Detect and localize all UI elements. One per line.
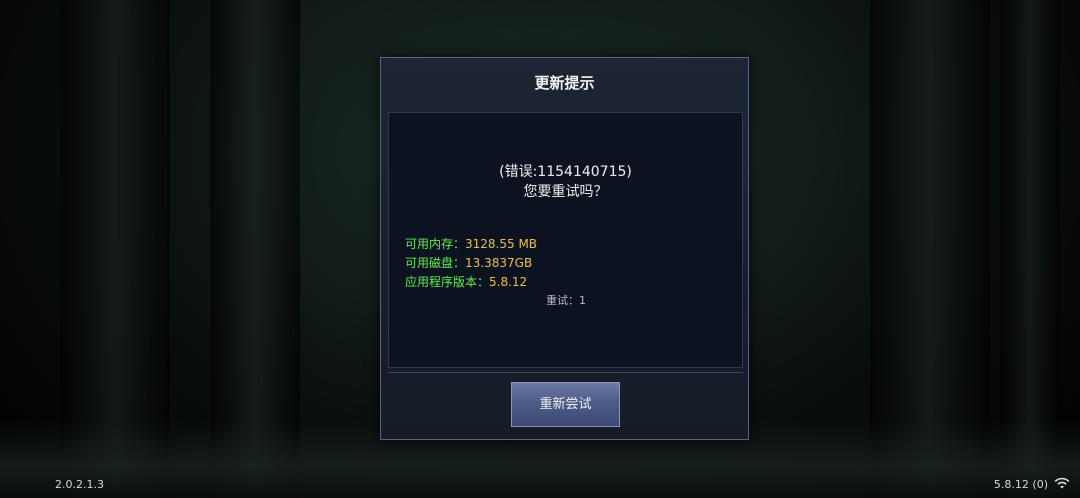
retry-question: 您要重试吗？: [523, 184, 608, 200]
info-row-app-version: 应用程序版本：5.8.12: [405, 273, 527, 290]
info-value: 5.8.12: [489, 275, 528, 289]
dialog-content-panel: (错误:1154140715) 您要重试吗？ 可用内存：3128.55 MB 可…: [388, 112, 743, 368]
info-row-memory: 可用内存：3128.55 MB: [405, 235, 537, 252]
info-value: 3128.55 MB: [465, 237, 538, 251]
wifi-icon: [1054, 477, 1070, 489]
dialog-divider: [388, 372, 743, 373]
client-version: 2.0.2.1.3: [55, 478, 104, 491]
retry-button[interactable]: 重新尝试: [511, 382, 620, 427]
error-message: (错误:1154140715): [499, 164, 632, 180]
info-label: 可用内存：: [405, 237, 466, 251]
update-dialog: 更新提示 (错误:1154140715) 您要重试吗？ 可用内存：3128.55…: [380, 57, 749, 440]
info-label: 可用磁盘：: [405, 256, 466, 270]
info-label: 应用程序版本：: [405, 275, 490, 289]
dialog-title: 更新提示: [534, 74, 595, 92]
info-row-disk: 可用磁盘：13.3837GB: [405, 254, 532, 271]
app-version: 5.8.12 (0): [993, 478, 1048, 491]
info-value: 13.3837GB: [465, 256, 533, 270]
retry-count: 重试：1: [546, 294, 586, 307]
